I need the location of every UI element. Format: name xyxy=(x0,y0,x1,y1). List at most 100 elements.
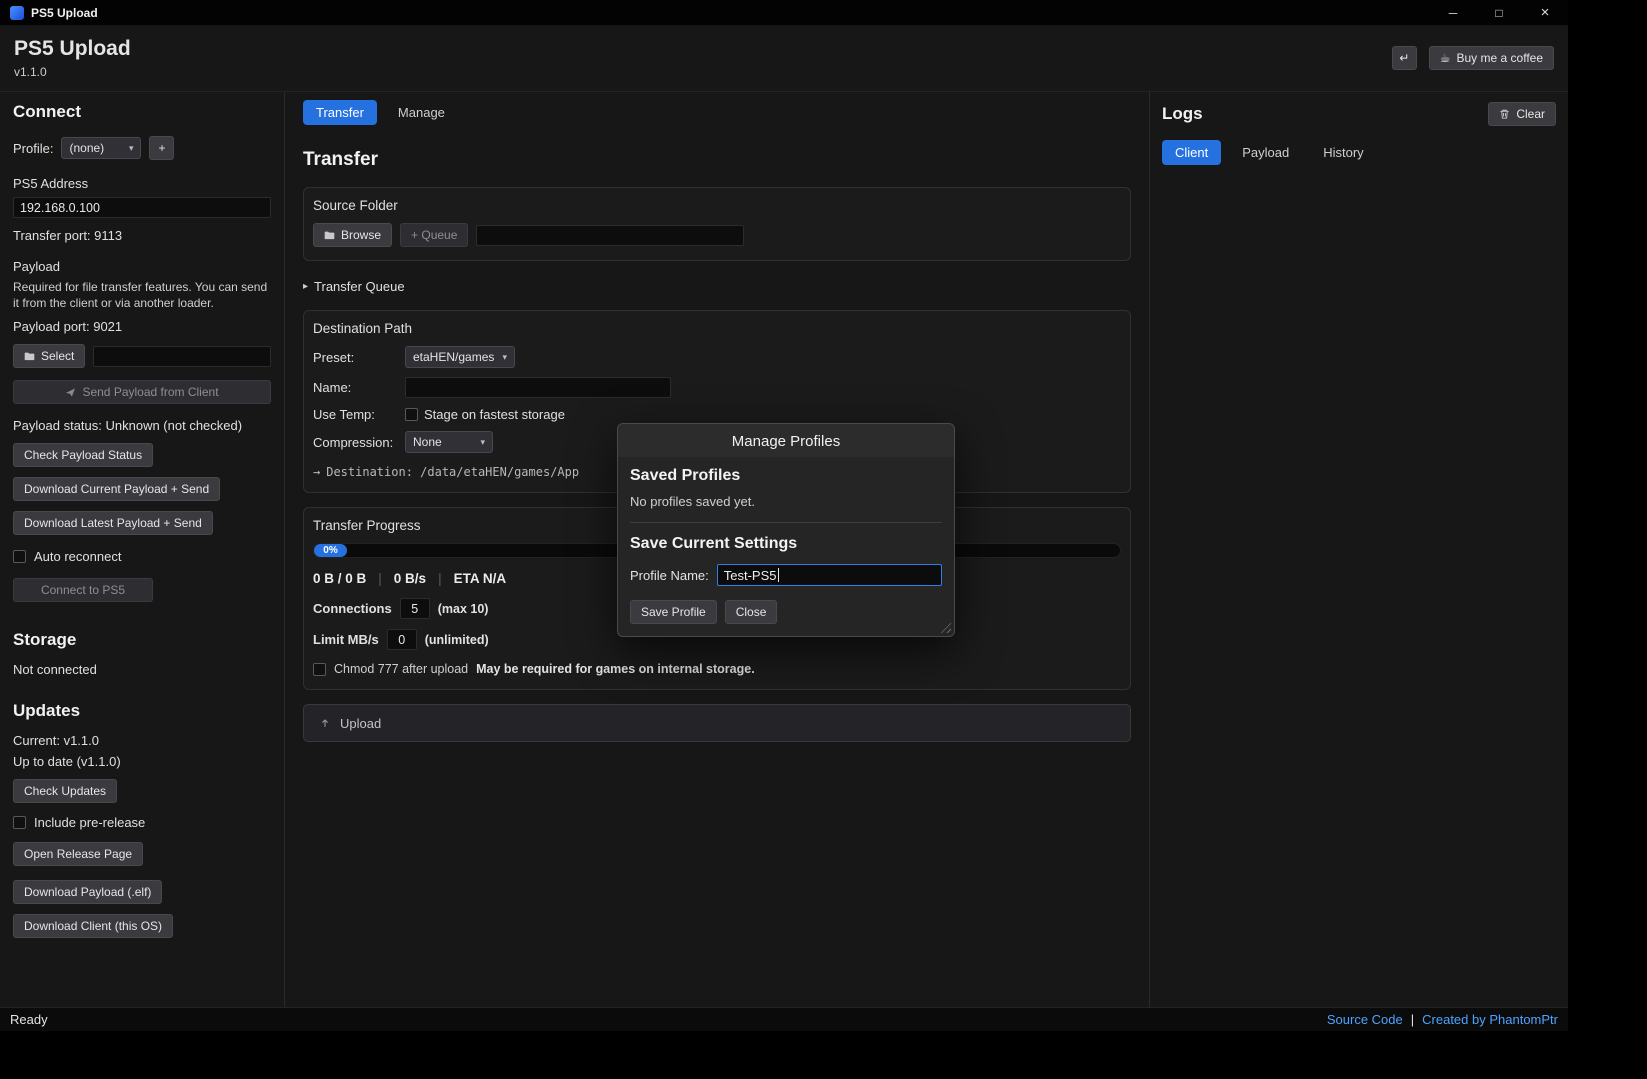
dialog-buttons: Save Profile Close xyxy=(630,600,942,624)
ps5-address-input[interactable] xyxy=(13,197,271,218)
close-icon: × xyxy=(1541,4,1550,21)
clear-logs-button[interactable]: Clear xyxy=(1488,102,1556,126)
compression-label: Compression: xyxy=(313,435,405,450)
send-payload-button[interactable]: Send Payload from Client xyxy=(13,380,271,404)
page-title: PS5 Upload xyxy=(14,37,131,61)
payload-select-row: Select xyxy=(13,344,271,368)
maximize-button[interactable]: □ xyxy=(1476,0,1522,25)
profile-name-row: Profile Name: Test-PS5 xyxy=(630,564,942,586)
status-text: Ready xyxy=(10,1012,48,1027)
download-current-payload-button[interactable]: Download Current Payload + Send xyxy=(13,477,220,501)
open-release-page-button[interactable]: Open Release Page xyxy=(13,842,143,866)
chmod-label: Chmod 777 after upload xyxy=(334,662,468,676)
folder-icon xyxy=(24,351,35,361)
text-cursor xyxy=(778,568,779,582)
payload-status-text: Payload status: Unknown (not checked) xyxy=(13,418,271,433)
profile-name-input[interactable]: Test-PS5 xyxy=(717,564,942,586)
preset-row: Preset: etaHEN/games ▾ xyxy=(313,346,1121,368)
browse-label: Browse xyxy=(341,228,381,242)
trash-icon xyxy=(1499,108,1510,120)
minimize-button[interactable]: ─ xyxy=(1430,0,1476,25)
add-profile-button[interactable]: + xyxy=(149,136,174,160)
chmod-checkbox[interactable] xyxy=(313,663,326,676)
buy-coffee-button[interactable]: ☕ Buy me a coffee xyxy=(1429,46,1554,70)
titlebar-title: PS5 Upload xyxy=(31,6,98,20)
save-profile-button[interactable]: Save Profile xyxy=(630,600,717,624)
sidebar-connect-panel: Connect Profile: (none) ▾ + PS5 Address … xyxy=(0,92,285,1007)
clear-logs-label: Clear xyxy=(1516,107,1545,121)
check-updates-button[interactable]: Check Updates xyxy=(13,779,117,803)
upload-icon xyxy=(319,717,331,729)
use-temp-checkbox[interactable] xyxy=(405,408,418,421)
credit-link[interactable]: Created by PhantomPtr xyxy=(1422,1012,1558,1027)
folder-icon xyxy=(324,230,335,240)
connections-label: Connections xyxy=(313,601,392,616)
tab-logs-payload[interactable]: Payload xyxy=(1229,140,1302,165)
source-code-link[interactable]: Source Code xyxy=(1327,1012,1403,1027)
select-payload-button[interactable]: Select xyxy=(13,344,85,368)
logs-panel: Logs Clear Client Payload History xyxy=(1149,92,1568,1007)
compression-select-value: None xyxy=(413,435,442,449)
logs-heading: Logs xyxy=(1162,104,1203,124)
name-row: Name: xyxy=(313,377,1121,398)
theme-toggle-button[interactable]: ↵ xyxy=(1392,46,1417,70)
chmod-row: Chmod 777 after upload May be required f… xyxy=(313,662,1121,676)
connections-hint: (max 10) xyxy=(438,602,489,616)
add-to-queue-button[interactable]: + Queue xyxy=(400,223,468,247)
app-body: Connect Profile: (none) ▾ + PS5 Address … xyxy=(0,91,1568,1007)
return-icon: ↵ xyxy=(1399,51,1409,65)
profile-select[interactable]: (none) ▾ xyxy=(61,137,141,159)
limit-input[interactable] xyxy=(387,629,417,650)
connections-input[interactable] xyxy=(400,598,430,619)
include-prerelease-checkbox[interactable] xyxy=(13,816,26,829)
auto-reconnect-checkbox[interactable] xyxy=(13,550,26,563)
ps5-address-label: PS5 Address xyxy=(13,176,271,191)
name-label: Name: xyxy=(313,380,405,395)
window-controls: ─ □ × xyxy=(1430,0,1568,25)
transfer-speed-text: 0 B/s xyxy=(394,571,426,586)
download-payload-elf-button[interactable]: Download Payload (.elf) xyxy=(13,880,162,904)
check-payload-status-button[interactable]: Check Payload Status xyxy=(13,443,153,467)
close-button[interactable]: × xyxy=(1522,0,1568,25)
name-input[interactable] xyxy=(405,377,671,398)
destination-path-title: Destination Path xyxy=(313,321,1121,336)
payload-port-text: Payload port: 9021 xyxy=(13,319,271,334)
progress-percent-badge: 0% xyxy=(314,544,347,557)
upload-button[interactable]: Upload xyxy=(303,704,1131,742)
source-folder-row: Browse + Queue xyxy=(313,223,1121,247)
stats-separator: | xyxy=(378,571,382,586)
source-path-input[interactable] xyxy=(476,225,744,246)
connect-to-ps5-button[interactable]: Connect to PS5 xyxy=(13,578,153,602)
status-links: Source Code | Created by PhantomPtr xyxy=(1327,1012,1558,1027)
transfer-queue-toggle[interactable]: ▸ Transfer Queue xyxy=(303,279,1131,294)
payload-path-input[interactable] xyxy=(93,346,271,367)
tab-logs-client[interactable]: Client xyxy=(1162,140,1221,165)
tab-transfer[interactable]: Transfer xyxy=(303,100,377,125)
saved-profiles-heading: Saved Profiles xyxy=(630,467,942,485)
compression-select[interactable]: None ▾ xyxy=(405,431,493,453)
app-version: v1.1.0 xyxy=(14,65,131,79)
close-dialog-button[interactable]: Close xyxy=(725,600,778,624)
updates-heading: Updates xyxy=(13,701,271,721)
preset-select[interactable]: etaHEN/games ▾ xyxy=(405,346,515,368)
updates-current-text: Current: v1.1.0 xyxy=(13,733,271,748)
profile-label: Profile: xyxy=(13,141,53,156)
profile-row: Profile: (none) ▾ + xyxy=(13,136,271,160)
chevron-down-icon: ▾ xyxy=(502,352,507,363)
chmod-hint: May be required for games on internal st… xyxy=(476,662,755,676)
include-prerelease-label: Include pre-release xyxy=(34,815,145,830)
status-link-separator: | xyxy=(1411,1012,1414,1027)
download-latest-payload-button[interactable]: Download Latest Payload + Send xyxy=(13,511,213,535)
browse-button[interactable]: Browse xyxy=(313,223,392,247)
use-temp-row: Use Temp: Stage on fastest storage xyxy=(313,407,1121,422)
tab-manage[interactable]: Manage xyxy=(385,100,458,125)
preset-label: Preset: xyxy=(313,350,405,365)
send-payload-label: Send Payload from Client xyxy=(82,385,218,399)
app-window: PS5 Upload ─ □ × PS5 Upload v1.1.0 ↵ ☕ B… xyxy=(0,0,1568,1031)
header-right: ↵ ☕ Buy me a coffee xyxy=(1392,46,1554,70)
manage-profiles-dialog: Manage Profiles Saved Profiles No profil… xyxy=(617,423,955,637)
download-client-button[interactable]: Download Client (this OS) xyxy=(13,914,173,938)
upload-label: Upload xyxy=(340,716,381,731)
saved-profiles-empty-text: No profiles saved yet. xyxy=(630,494,942,509)
tab-logs-history[interactable]: History xyxy=(1310,140,1376,165)
